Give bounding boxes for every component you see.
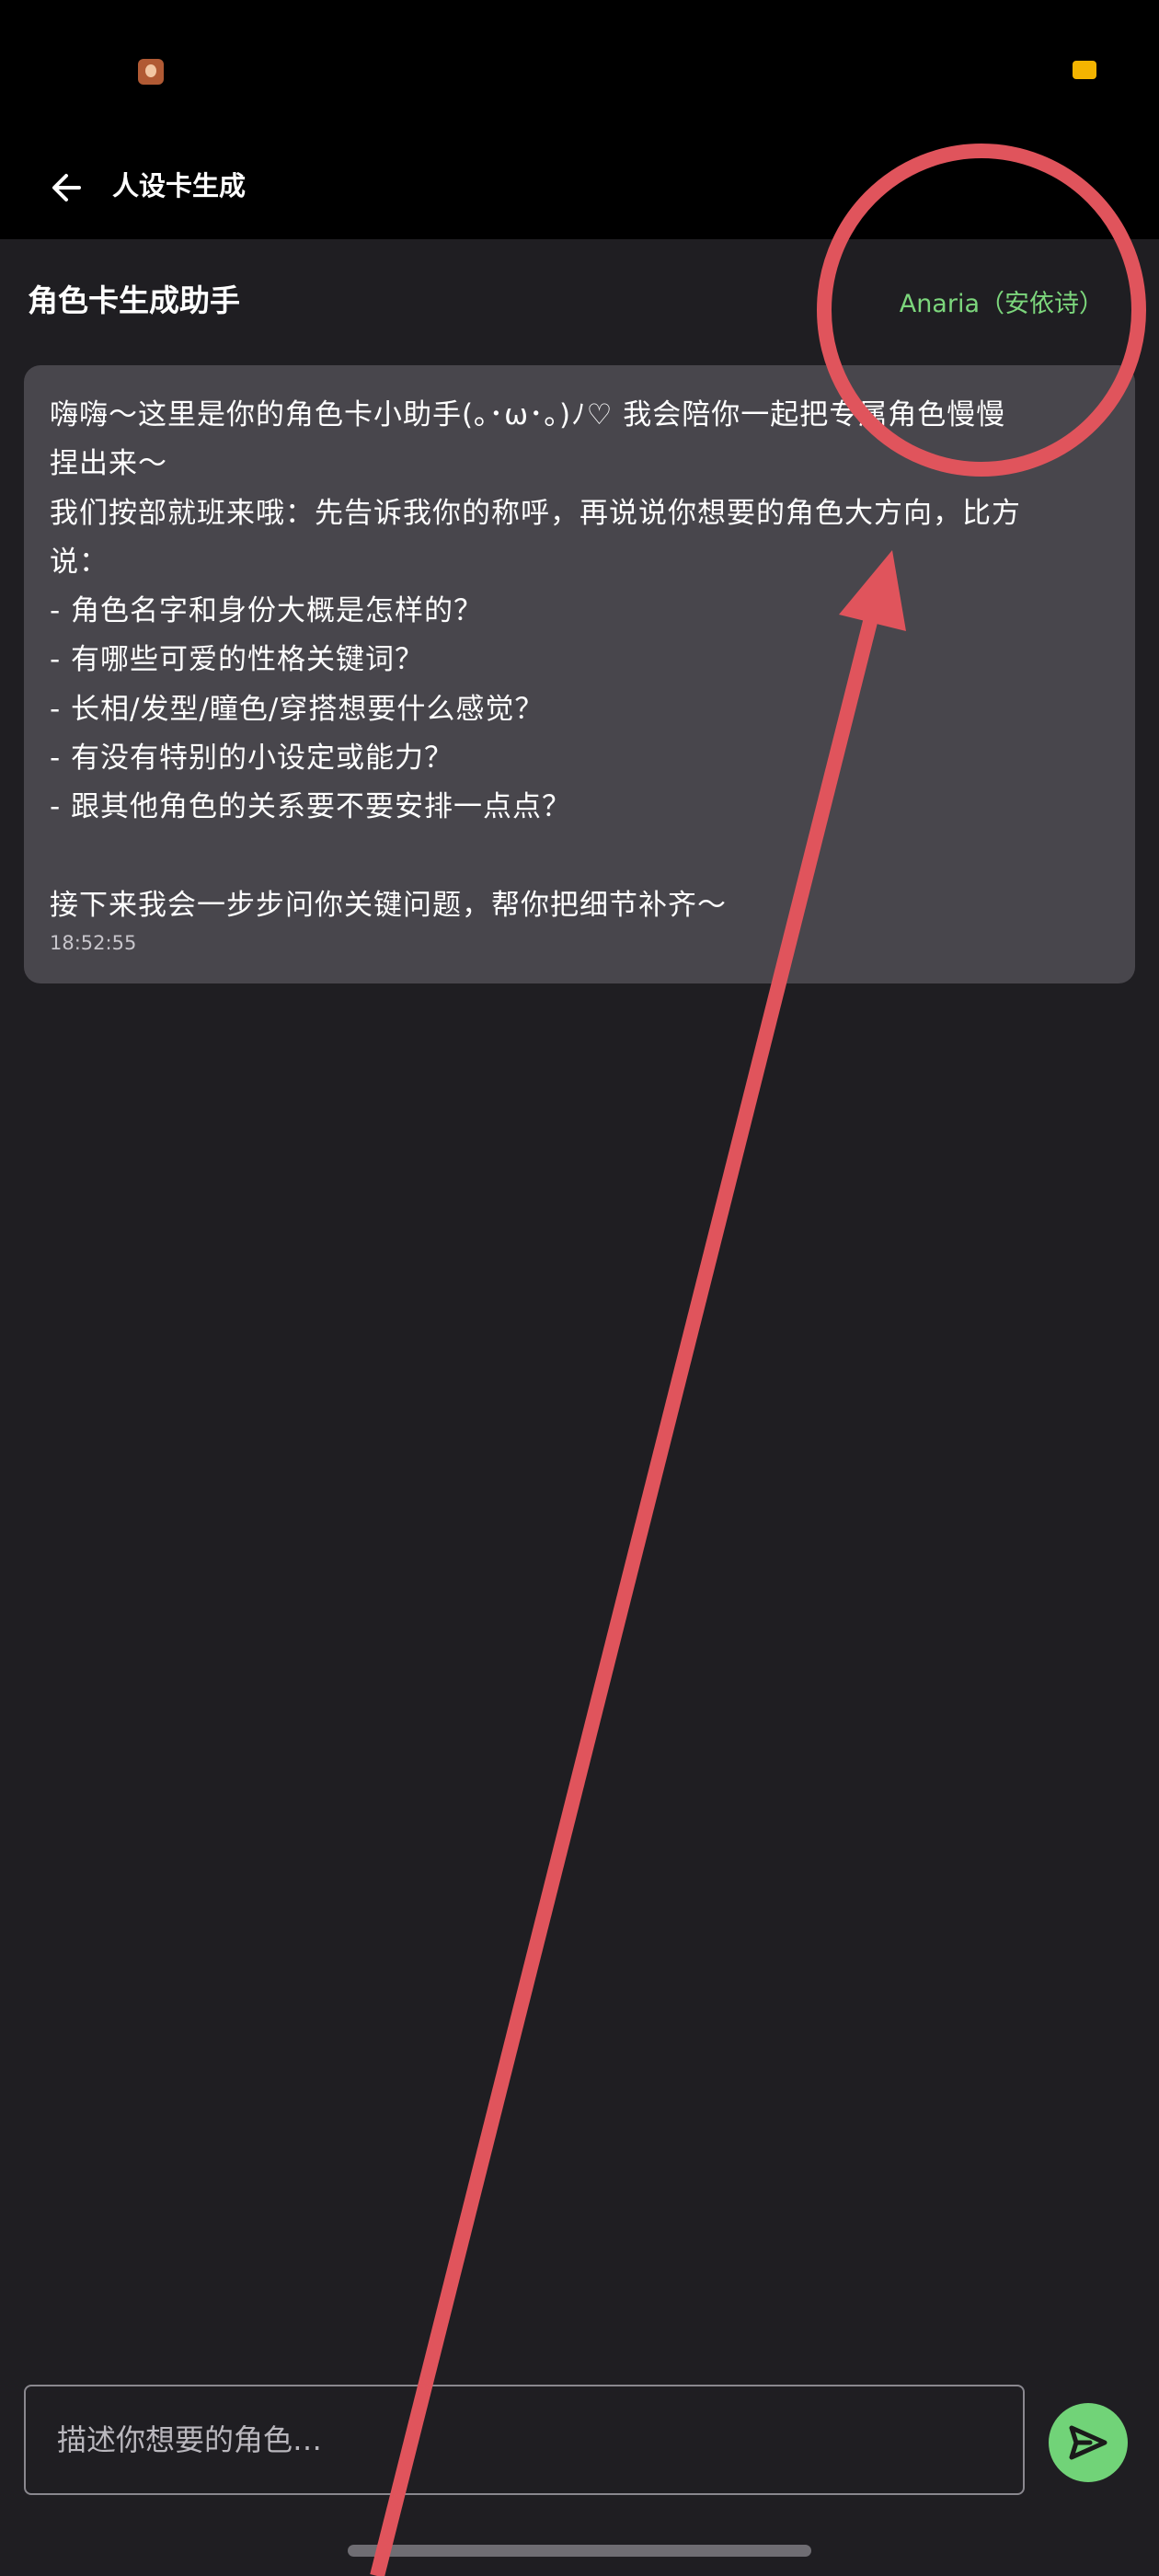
message-input[interactable] <box>26 2386 1023 2493</box>
message-text: 嗨嗨～这里是你的角色卡小助手(｡･ω･｡)ﾉ♡ 我会陪你一起把专属角色慢慢 捏出… <box>50 398 1021 922</box>
assistant-title: 角色卡生成助手 <box>28 282 240 318</box>
persona-selector[interactable]: Anaria（安依诗） <box>900 283 1104 319</box>
app-avatar-icon <box>138 59 164 85</box>
back-button[interactable] <box>33 155 99 221</box>
status-bar <box>0 0 1159 138</box>
battery-icon <box>1073 61 1096 79</box>
chat-header: 角色卡生成助手 Anaria（安依诗） <box>0 239 1159 363</box>
arrow-left-icon <box>52 174 81 201</box>
send-icon <box>1069 2425 1107 2460</box>
home-indicator <box>348 2545 811 2557</box>
app-bar: 人设卡生成 <box>0 138 1159 239</box>
assistant-message-bubble: 嗨嗨～这里是你的角色卡小助手(｡･ω･｡)ﾉ♡ 我会陪你一起把专属角色慢慢 捏出… <box>24 365 1135 983</box>
message-timestamp: 18:52:55 <box>50 932 137 955</box>
send-button[interactable] <box>1049 2403 1128 2482</box>
page-title: 人设卡生成 <box>112 170 247 201</box>
message-composer <box>24 2385 1025 2495</box>
